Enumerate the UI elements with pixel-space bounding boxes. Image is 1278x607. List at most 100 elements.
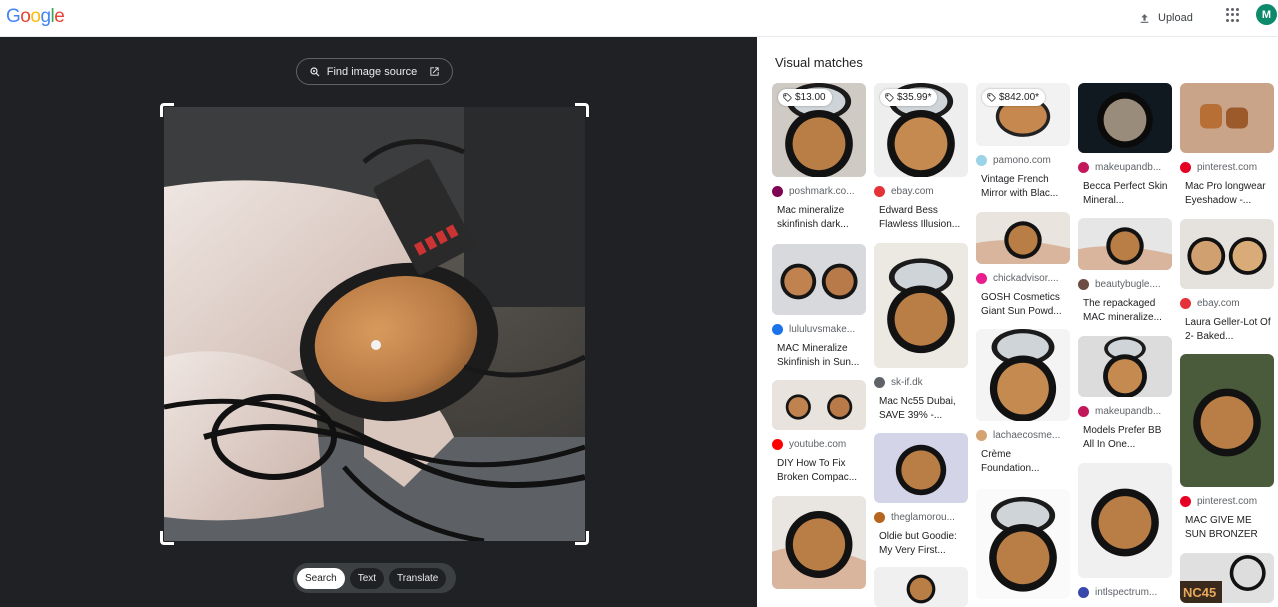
match-thumbnail[interactable] — [874, 433, 968, 503]
match-thumbnail[interactable] — [772, 496, 866, 589]
site-favicon-icon — [1078, 587, 1089, 598]
match-title[interactable]: Oldie but Goodie: My Very First... — [874, 530, 968, 557]
match-thumbnail[interactable] — [1180, 83, 1274, 153]
match-source[interactable]: intlspectrum... — [1078, 586, 1172, 599]
visual-match-card[interactable]: theglamorou... Oldie but Goodie: My Very … — [874, 433, 968, 557]
visual-match-card[interactable]: intlspectrum... — [1078, 463, 1172, 599]
lens-search-icon — [310, 66, 320, 76]
match-title[interactable]: DIY How To Fix Broken Compac... — [772, 457, 866, 484]
match-title[interactable]: Mac Nc55 Dubai, SAVE 39% -... — [874, 395, 968, 422]
match-source[interactable]: sk-if.dk — [874, 376, 968, 389]
crop-handle-top-right[interactable] — [575, 103, 589, 117]
match-title[interactable]: Mac mineralize skinfinish dark... — [772, 204, 866, 231]
visual-match-card[interactable]: $13.00 poshmark.co... Mac mineralize skinf… — [772, 83, 866, 231]
visual-match-card[interactable]: makeupandb... Models Prefer BB All In One… — [1078, 336, 1172, 451]
visual-match-card[interactable]: $842.00* pamono.com Vintage French Mirror … — [976, 83, 1070, 200]
visual-match-card[interactable]: chickadvisor.... GOSH Cosmetics Giant Sun… — [976, 212, 1070, 318]
site-favicon-icon — [976, 430, 987, 441]
visual-match-card[interactable]: pinterest.com Mac Pro longwear Eyeshadow … — [1180, 83, 1274, 207]
price-badge: $35.99* — [880, 89, 938, 106]
match-thumbnail[interactable]: $13.00 — [772, 83, 866, 177]
visual-match-card[interactable]: youtube.com DIY How To Fix Broken Compac.… — [772, 380, 866, 484]
match-thumbnail[interactable] — [1180, 354, 1274, 487]
match-title[interactable]: Vintage French Mirror with Blac... — [976, 173, 1070, 200]
match-source[interactable]: lachaecosme... — [976, 429, 1070, 442]
mode-translate-button[interactable]: Translate — [389, 567, 447, 589]
match-source-text: ebay.com — [1197, 298, 1240, 309]
match-title[interactable]: The repackaged MAC mineralize... — [1078, 297, 1172, 324]
price-tag-icon — [885, 93, 894, 102]
match-thumbnail[interactable] — [1180, 219, 1274, 289]
match-thumbnail[interactable]: NC45 — [1180, 553, 1274, 603]
visual-match-card[interactable]: sk-if.dk Mac Nc55 Dubai, SAVE 39% -... — [874, 243, 968, 422]
query-image — [164, 107, 585, 541]
visual-match-card[interactable]: ebay.com Laura Geller-Lot Of 2- Baked... — [1180, 219, 1274, 343]
visual-match-card[interactable]: lululuvsmake... MAC Mineralize Skinfinish… — [772, 244, 866, 369]
match-title[interactable]: Models Prefer BB All In One... — [1078, 424, 1172, 451]
match-title[interactable]: MAC Mineralize Skinfinish in Sun... — [772, 342, 866, 369]
match-title[interactable]: MAC GIVE ME SUN BRONZER //... — [1180, 514, 1274, 541]
site-favicon-icon — [1078, 406, 1089, 417]
match-source[interactable]: lululuvsmake... — [772, 323, 866, 336]
svg-text:NC45: NC45 — [1183, 585, 1216, 600]
google-logo[interactable]: Google — [6, 6, 65, 28]
match-source[interactable]: theglamorou... — [874, 511, 968, 524]
match-thumbnail[interactable] — [976, 329, 1070, 421]
visual-match-card[interactable] — [772, 496, 866, 589]
visual-match-card[interactable]: makeupandb... Becca Perfect Skin Mineral.… — [1078, 83, 1172, 207]
match-thumbnail[interactable] — [772, 380, 866, 430]
apps-grid-icon[interactable] — [1226, 8, 1240, 22]
mode-search-button[interactable]: Search — [297, 567, 345, 589]
match-source-text: lachaecosme... — [993, 430, 1061, 441]
visual-match-card[interactable] — [976, 489, 1070, 599]
site-favicon-icon — [874, 377, 885, 388]
match-source[interactable]: pinterest.com — [1180, 495, 1274, 508]
match-title[interactable]: Becca Perfect Skin Mineral... — [1078, 180, 1172, 207]
mode-text-button[interactable]: Text — [349, 567, 385, 589]
match-source[interactable]: poshmark.co... — [772, 185, 866, 198]
match-thumbnail[interactable]: $842.00* — [976, 83, 1070, 146]
match-title[interactable]: Edward Bess Flawless Illusion... — [874, 204, 968, 231]
site-favicon-icon — [772, 186, 783, 197]
match-source[interactable]: ebay.com — [1180, 297, 1274, 310]
visual-match-card[interactable]: NC45 — [1180, 553, 1274, 603]
price-text: $35.99* — [897, 92, 932, 103]
match-title[interactable]: Crème Foundation... — [976, 448, 1070, 475]
match-thumbnail[interactable]: $35.99* — [874, 83, 968, 177]
find-image-source-button[interactable]: Find image source — [296, 58, 453, 85]
visual-match-card[interactable]: pinterest.com MAC GIVE ME SUN BRONZER //.… — [1180, 354, 1274, 541]
query-image-crop[interactable] — [160, 103, 589, 545]
match-thumbnail[interactable] — [976, 212, 1070, 264]
visual-match-card[interactable]: beautybugle.... The repackaged MAC minera… — [1078, 218, 1172, 324]
top-bar: Google Upload M — [0, 0, 1278, 37]
match-thumbnail[interactable] — [1078, 218, 1172, 270]
match-thumbnail[interactable] — [1078, 83, 1172, 153]
match-source[interactable]: pamono.com — [976, 154, 1070, 167]
match-source[interactable]: ebay.com — [874, 185, 968, 198]
match-thumbnail[interactable] — [1078, 336, 1172, 397]
visual-match-card[interactable] — [874, 567, 968, 607]
match-thumbnail[interactable] — [874, 567, 968, 607]
match-title[interactable]: GOSH Cosmetics Giant Sun Powd... — [976, 291, 1070, 318]
match-source[interactable]: makeupandb... — [1078, 161, 1172, 174]
match-source[interactable]: beautybugle.... — [1078, 278, 1172, 291]
match-thumbnail[interactable] — [976, 489, 1070, 599]
visual-match-card[interactable]: $35.99* ebay.com Edward Bess Flawless Illu… — [874, 83, 968, 231]
match-source[interactable]: makeupandb... — [1078, 405, 1172, 418]
visual-match-card[interactable]: lachaecosme... Crème Foundation... — [976, 329, 1070, 475]
crop-handle-bottom-right[interactable] — [575, 531, 589, 545]
match-title[interactable]: Mac Pro longwear Eyeshadow -... — [1180, 180, 1274, 207]
upload-button[interactable]: Upload — [1138, 7, 1193, 29]
logo-letter: G — [6, 6, 21, 27]
match-title[interactable]: Laura Geller-Lot Of 2- Baked... — [1180, 316, 1274, 343]
match-source[interactable]: chickadvisor.... — [976, 272, 1070, 285]
match-source[interactable]: youtube.com — [772, 438, 866, 451]
avatar[interactable]: M — [1256, 4, 1277, 25]
crop-handle-top-left[interactable] — [160, 103, 174, 117]
site-favicon-icon — [772, 439, 783, 450]
match-thumbnail[interactable] — [1078, 463, 1172, 578]
match-thumbnail[interactable] — [772, 244, 866, 315]
match-thumbnail[interactable] — [874, 243, 968, 368]
match-source[interactable]: pinterest.com — [1180, 161, 1274, 174]
crop-handle-bottom-left[interactable] — [160, 531, 174, 545]
